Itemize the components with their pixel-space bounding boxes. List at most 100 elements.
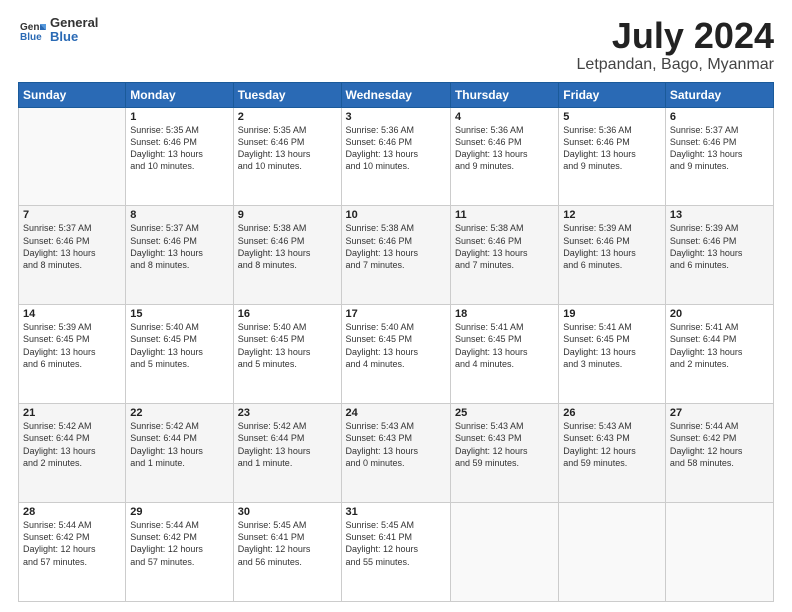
day-info: Sunrise: 5:36 AM Sunset: 6:46 PM Dayligh… (455, 124, 554, 173)
table-cell: 10Sunrise: 5:38 AM Sunset: 6:46 PM Dayli… (341, 206, 450, 305)
day-number: 17 (346, 308, 446, 320)
table-cell: 27Sunrise: 5:44 AM Sunset: 6:42 PM Dayli… (665, 404, 773, 503)
day-info: Sunrise: 5:43 AM Sunset: 6:43 PM Dayligh… (346, 420, 446, 469)
day-number: 29 (130, 506, 228, 518)
header: General Blue General Blue July 2024 Letp… (18, 16, 774, 74)
day-number: 11 (455, 209, 554, 221)
table-cell: 1Sunrise: 5:35 AM Sunset: 6:46 PM Daylig… (126, 107, 233, 206)
table-cell: 9Sunrise: 5:38 AM Sunset: 6:46 PM Daylig… (233, 206, 341, 305)
table-cell: 23Sunrise: 5:42 AM Sunset: 6:44 PM Dayli… (233, 404, 341, 503)
day-number: 4 (455, 111, 554, 123)
day-info: Sunrise: 5:36 AM Sunset: 6:46 PM Dayligh… (563, 124, 661, 173)
title-block: July 2024 Letpandan, Bago, Myanmar (577, 16, 774, 74)
day-info: Sunrise: 5:43 AM Sunset: 6:43 PM Dayligh… (455, 420, 554, 469)
day-info: Sunrise: 5:41 AM Sunset: 6:44 PM Dayligh… (670, 321, 769, 370)
day-number: 5 (563, 111, 661, 123)
day-info: Sunrise: 5:44 AM Sunset: 6:42 PM Dayligh… (670, 420, 769, 469)
table-row: 14Sunrise: 5:39 AM Sunset: 6:45 PM Dayli… (19, 305, 774, 404)
table-cell: 22Sunrise: 5:42 AM Sunset: 6:44 PM Dayli… (126, 404, 233, 503)
col-thursday: Thursday (450, 82, 558, 107)
day-info: Sunrise: 5:44 AM Sunset: 6:42 PM Dayligh… (23, 519, 121, 568)
table-cell: 14Sunrise: 5:39 AM Sunset: 6:45 PM Dayli… (19, 305, 126, 404)
table-cell: 19Sunrise: 5:41 AM Sunset: 6:45 PM Dayli… (559, 305, 666, 404)
day-number: 8 (130, 209, 228, 221)
table-cell (559, 503, 666, 602)
table-cell: 29Sunrise: 5:44 AM Sunset: 6:42 PM Dayli… (126, 503, 233, 602)
day-info: Sunrise: 5:35 AM Sunset: 6:46 PM Dayligh… (238, 124, 337, 173)
calendar-title: July 2024 (577, 16, 774, 56)
day-number: 15 (130, 308, 228, 320)
table-cell: 30Sunrise: 5:45 AM Sunset: 6:41 PM Dayli… (233, 503, 341, 602)
table-cell: 7Sunrise: 5:37 AM Sunset: 6:46 PM Daylig… (19, 206, 126, 305)
day-info: Sunrise: 5:40 AM Sunset: 6:45 PM Dayligh… (130, 321, 228, 370)
day-number: 12 (563, 209, 661, 221)
day-info: Sunrise: 5:36 AM Sunset: 6:46 PM Dayligh… (346, 124, 446, 173)
col-monday: Monday (126, 82, 233, 107)
day-number: 24 (346, 407, 446, 419)
day-info: Sunrise: 5:45 AM Sunset: 6:41 PM Dayligh… (346, 519, 446, 568)
table-cell: 20Sunrise: 5:41 AM Sunset: 6:44 PM Dayli… (665, 305, 773, 404)
day-info: Sunrise: 5:35 AM Sunset: 6:46 PM Dayligh… (130, 124, 228, 173)
header-row: Sunday Monday Tuesday Wednesday Thursday… (19, 82, 774, 107)
table-cell (665, 503, 773, 602)
day-info: Sunrise: 5:42 AM Sunset: 6:44 PM Dayligh… (238, 420, 337, 469)
table-cell: 13Sunrise: 5:39 AM Sunset: 6:46 PM Dayli… (665, 206, 773, 305)
day-number: 30 (238, 506, 337, 518)
day-info: Sunrise: 5:40 AM Sunset: 6:45 PM Dayligh… (346, 321, 446, 370)
day-number: 21 (23, 407, 121, 419)
day-info: Sunrise: 5:38 AM Sunset: 6:46 PM Dayligh… (238, 222, 337, 271)
day-info: Sunrise: 5:38 AM Sunset: 6:46 PM Dayligh… (455, 222, 554, 271)
day-info: Sunrise: 5:41 AM Sunset: 6:45 PM Dayligh… (563, 321, 661, 370)
table-cell: 6Sunrise: 5:37 AM Sunset: 6:46 PM Daylig… (665, 107, 773, 206)
col-saturday: Saturday (665, 82, 773, 107)
day-number: 25 (455, 407, 554, 419)
day-number: 26 (563, 407, 661, 419)
day-info: Sunrise: 5:42 AM Sunset: 6:44 PM Dayligh… (23, 420, 121, 469)
day-number: 9 (238, 209, 337, 221)
day-number: 23 (238, 407, 337, 419)
day-info: Sunrise: 5:40 AM Sunset: 6:45 PM Dayligh… (238, 321, 337, 370)
table-cell: 26Sunrise: 5:43 AM Sunset: 6:43 PM Dayli… (559, 404, 666, 503)
day-info: Sunrise: 5:39 AM Sunset: 6:46 PM Dayligh… (670, 222, 769, 271)
col-sunday: Sunday (19, 82, 126, 107)
day-info: Sunrise: 5:42 AM Sunset: 6:44 PM Dayligh… (130, 420, 228, 469)
table-cell: 3Sunrise: 5:36 AM Sunset: 6:46 PM Daylig… (341, 107, 450, 206)
day-number: 31 (346, 506, 446, 518)
logo-text-general: General (50, 16, 98, 30)
table-cell: 12Sunrise: 5:39 AM Sunset: 6:46 PM Dayli… (559, 206, 666, 305)
table-cell: 2Sunrise: 5:35 AM Sunset: 6:46 PM Daylig… (233, 107, 341, 206)
calendar-subtitle: Letpandan, Bago, Myanmar (577, 56, 774, 74)
table-cell: 28Sunrise: 5:44 AM Sunset: 6:42 PM Dayli… (19, 503, 126, 602)
day-number: 22 (130, 407, 228, 419)
table-row: 7Sunrise: 5:37 AM Sunset: 6:46 PM Daylig… (19, 206, 774, 305)
day-number: 6 (670, 111, 769, 123)
day-number: 1 (130, 111, 228, 123)
day-info: Sunrise: 5:38 AM Sunset: 6:46 PM Dayligh… (346, 222, 446, 271)
day-number: 18 (455, 308, 554, 320)
logo-icon: General Blue (18, 16, 46, 44)
day-info: Sunrise: 5:37 AM Sunset: 6:46 PM Dayligh… (130, 222, 228, 271)
calendar-table: Sunday Monday Tuesday Wednesday Thursday… (18, 82, 774, 602)
table-cell: 21Sunrise: 5:42 AM Sunset: 6:44 PM Dayli… (19, 404, 126, 503)
day-number: 14 (23, 308, 121, 320)
logo-text-blue: Blue (50, 30, 98, 44)
col-wednesday: Wednesday (341, 82, 450, 107)
table-cell (450, 503, 558, 602)
table-cell: 18Sunrise: 5:41 AM Sunset: 6:45 PM Dayli… (450, 305, 558, 404)
logo: General Blue General Blue (18, 16, 98, 45)
col-tuesday: Tuesday (233, 82, 341, 107)
table-row: 21Sunrise: 5:42 AM Sunset: 6:44 PM Dayli… (19, 404, 774, 503)
table-cell: 16Sunrise: 5:40 AM Sunset: 6:45 PM Dayli… (233, 305, 341, 404)
day-number: 7 (23, 209, 121, 221)
day-number: 3 (346, 111, 446, 123)
day-number: 28 (23, 506, 121, 518)
day-info: Sunrise: 5:41 AM Sunset: 6:45 PM Dayligh… (455, 321, 554, 370)
table-cell: 24Sunrise: 5:43 AM Sunset: 6:43 PM Dayli… (341, 404, 450, 503)
table-cell: 5Sunrise: 5:36 AM Sunset: 6:46 PM Daylig… (559, 107, 666, 206)
table-cell: 25Sunrise: 5:43 AM Sunset: 6:43 PM Dayli… (450, 404, 558, 503)
day-info: Sunrise: 5:37 AM Sunset: 6:46 PM Dayligh… (23, 222, 121, 271)
col-friday: Friday (559, 82, 666, 107)
table-cell: 15Sunrise: 5:40 AM Sunset: 6:45 PM Dayli… (126, 305, 233, 404)
day-number: 19 (563, 308, 661, 320)
day-info: Sunrise: 5:43 AM Sunset: 6:43 PM Dayligh… (563, 420, 661, 469)
